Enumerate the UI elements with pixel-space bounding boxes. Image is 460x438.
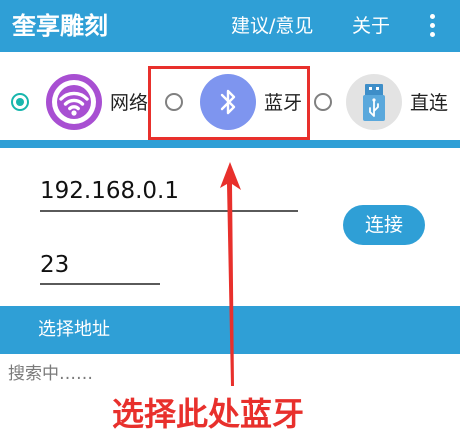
- port-input[interactable]: [40, 249, 158, 281]
- ip-input-underline: [40, 210, 298, 212]
- ip-address-input[interactable]: [40, 174, 296, 208]
- app-screen: 奎享雕刻 建议/意见 关于 网络 蓝牙 直连 192.168.0.1 23 连接…: [0, 0, 460, 438]
- network-label[interactable]: 网络: [110, 89, 148, 117]
- bluetooth-highlight-box: [148, 66, 310, 140]
- app-title: 奎享雕刻: [12, 12, 108, 40]
- connect-button[interactable]: 连接: [343, 205, 425, 245]
- annotation-text: 选择此处蓝牙: [112, 395, 305, 433]
- feedback-menu-link[interactable]: 建议/意见: [231, 12, 313, 40]
- app-bar: 奎享雕刻 建议/意见 关于: [0, 0, 460, 52]
- mode-divider-bar: [0, 140, 460, 148]
- annotation-arrow: [220, 162, 241, 386]
- about-menu-link[interactable]: 关于: [352, 12, 390, 40]
- network-radio[interactable]: [11, 93, 29, 111]
- port-input-underline: [40, 283, 160, 285]
- usb-icon[interactable]: [346, 74, 402, 130]
- direct-label[interactable]: 直连: [410, 89, 448, 117]
- direct-radio[interactable]: [314, 93, 332, 111]
- address-section-title: 选择地址: [38, 319, 110, 340]
- search-status-text: 搜索中……: [8, 364, 93, 384]
- wifi-icon[interactable]: [46, 74, 102, 130]
- more-vertical-icon[interactable]: [424, 12, 440, 40]
